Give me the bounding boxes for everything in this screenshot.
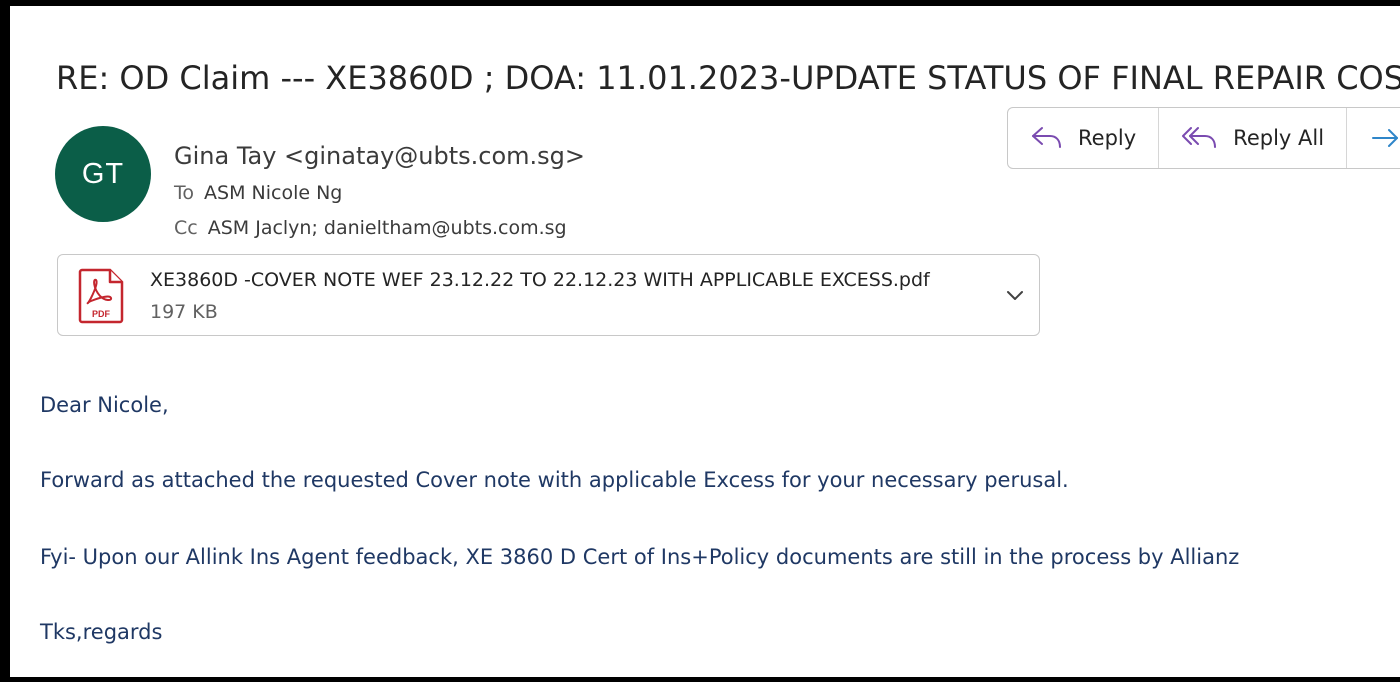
chevron-down-icon[interactable]	[1006, 290, 1024, 302]
attachment-size: 197 KB	[150, 301, 218, 323]
forward-button[interactable]	[1346, 108, 1400, 168]
attachment-filename: XE3860D -COVER NOTE WEF 23.12.22 TO 22.1…	[150, 269, 930, 291]
body-greeting: Dear Nicole,	[40, 393, 169, 417]
forward-icon	[1372, 129, 1399, 147]
attachment-card[interactable]: PDF XE3860D -COVER NOTE WEF 23.12.22 TO …	[57, 254, 1040, 336]
to-row: To ASM Nicole Ng	[174, 181, 342, 205]
reply-all-icon	[1182, 127, 1217, 148]
reply-button[interactable]: Reply	[1008, 108, 1158, 168]
svg-text:PDF: PDF	[92, 309, 111, 319]
reply-icon	[1032, 127, 1061, 148]
cc-label: Cc	[174, 217, 198, 239]
message-actions-toolbar: Reply Reply All	[1007, 107, 1400, 169]
pdf-icon: PDF	[78, 268, 124, 324]
to-recipients[interactable]: ASM Nicole Ng	[204, 182, 342, 204]
to-label: To	[174, 182, 195, 204]
email-reading-pane: RE: OD Claim --- XE3860D ; DOA: 11.01.20…	[0, 0, 1400, 682]
avatar-initials: GT	[81, 157, 125, 190]
body-paragraph: Forward as attached the requested Cover …	[40, 468, 1069, 492]
reply-label: Reply	[1078, 126, 1137, 150]
reply-all-label: Reply All	[1233, 126, 1325, 150]
cc-recipients[interactable]: ASM Jaclyn; danieltham@ubts.com.sg	[208, 217, 567, 239]
cc-row: Cc ASM Jaclyn; danieltham@ubts.com.sg	[174, 216, 567, 240]
body-paragraph: Fyi- Upon our Allink Ins Agent feedback,…	[40, 545, 1240, 569]
email-subject: RE: OD Claim --- XE3860D ; DOA: 11.01.20…	[56, 59, 1400, 97]
reply-all-button[interactable]: Reply All	[1158, 108, 1346, 168]
sender-name[interactable]: Gina Tay <ginatay@ubts.com.sg>	[174, 141, 585, 171]
sender-avatar[interactable]: GT	[55, 126, 151, 222]
body-closing: Tks,regards	[40, 620, 163, 644]
